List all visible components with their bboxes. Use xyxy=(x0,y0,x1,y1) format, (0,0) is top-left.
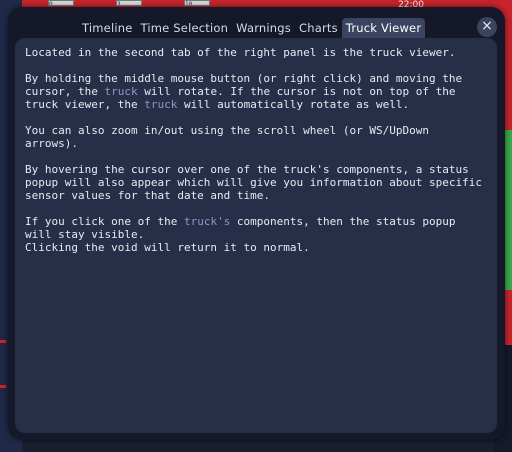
close-icon: × xyxy=(481,18,493,34)
highlight-trucks: truck's xyxy=(183,215,231,228)
tab-timeline[interactable]: Timeline xyxy=(78,18,137,38)
help-tab-bar: Timeline Time Selection Warnings Charts … xyxy=(78,18,426,38)
background-marker xyxy=(0,340,6,343)
help-paragraph-location: Located in the second tab of the right p… xyxy=(25,46,456,59)
background-cell: 3 xyxy=(116,0,142,6)
tab-truck-viewer[interactable]: Truck Viewer xyxy=(341,18,426,38)
background-marker xyxy=(0,385,6,388)
highlight-truck: truck xyxy=(144,98,178,111)
help-text: If you click one of the xyxy=(25,215,184,228)
background-cell: 10 xyxy=(184,0,210,6)
help-paragraph-rotate: By holding the middle mouse button (or r… xyxy=(25,72,487,111)
app-window: 0 3 10 22:00 Timeline Time Selection War… xyxy=(0,0,512,452)
help-dialog: Timeline Time Selection Warnings Charts … xyxy=(8,7,505,440)
help-text: will automatically rotate as well. xyxy=(177,98,410,111)
tab-warnings[interactable]: Warnings xyxy=(232,18,295,38)
help-paragraph-hover: By hovering the cursor over one of the t… xyxy=(25,163,482,202)
help-paragraph-click: If you click one of the truck's componen… xyxy=(25,215,487,254)
background-cell: 0 xyxy=(48,0,74,6)
close-button[interactable]: × xyxy=(477,17,497,37)
highlight-truck: truck xyxy=(104,85,138,98)
tab-charts[interactable]: Charts xyxy=(295,18,342,38)
tab-time-selection[interactable]: Time Selection xyxy=(137,18,233,38)
help-content-panel[interactable]: Located in the second tab of the right p… xyxy=(15,38,497,433)
help-paragraph-zoom: You can also zoom in/out using the scrol… xyxy=(25,124,436,150)
